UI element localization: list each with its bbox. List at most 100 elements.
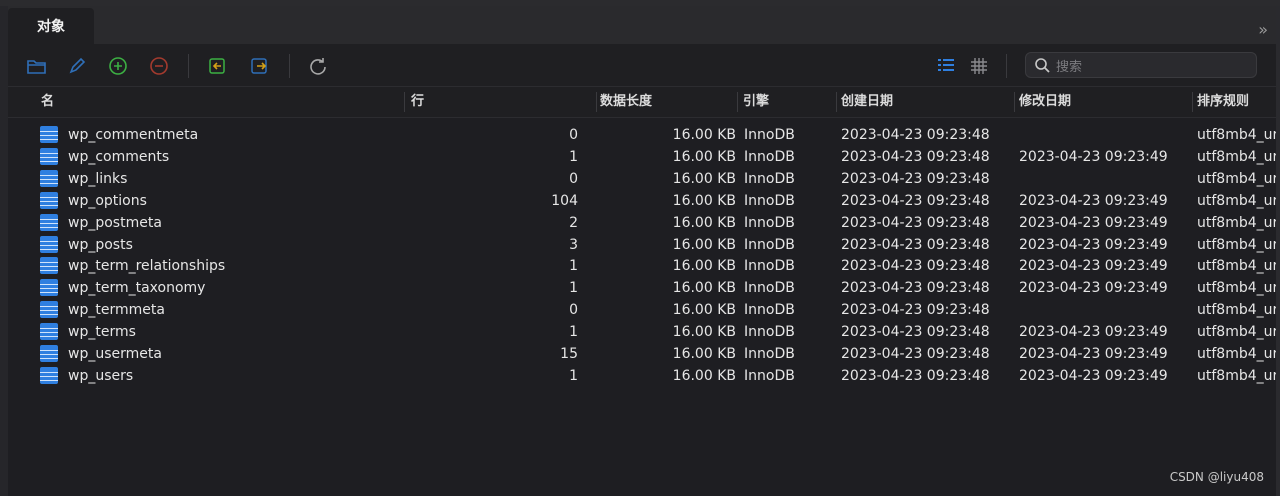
cell-rows: 1 [569,367,578,384]
cell-data-length: 16.00 KB [672,170,736,187]
edit-pencil-icon[interactable] [66,55,88,77]
cell-data-length: 16.00 KB [672,148,736,165]
table-icon [40,235,58,253]
cell-created: 2023-04-23 09:23:48 [841,280,990,297]
cell-engine: InnoDB [744,170,795,187]
cell-rows: 1 [569,280,578,297]
table-row[interactable]: wp_links 0 16.00 KB InnoDB 2023-04-23 09:23:… [8,168,1280,190]
cell-engine: InnoDB [744,214,795,231]
table-row[interactable]: wp_options 104 16.00 KB InnoDB 2023-04-23 09… [8,190,1280,212]
list-view-icon[interactable] [935,55,957,77]
refresh-icon[interactable] [307,55,329,77]
cell-collation: utf8mb4_ur [1197,302,1279,319]
table-row[interactable]: wp_users 1 16.00 KB InnoDB 2023-04-23 09:23:… [8,365,1280,387]
column-divider[interactable] [1014,92,1015,112]
grid-view-icon[interactable] [968,55,990,77]
cell-created: 2023-04-23 09:23:48 [841,367,990,384]
cell-created: 2023-04-23 09:23:48 [841,148,990,165]
cell-rows: 104 [551,192,578,209]
search-icon [1034,57,1050,73]
cell-collation: utf8mb4_ur [1197,127,1279,143]
table-header: 名 行 数据长度 引擎 创建日期 修改日期 排序规则 [8,87,1280,118]
table-icon [40,213,58,231]
double-chevron-right-icon[interactable]: » [1258,20,1268,39]
table-icon [40,126,58,143]
table-row[interactable]: wp_posts 3 16.00 KB InnoDB 2023-04-23 09:23:… [8,234,1280,256]
cell-engine: InnoDB [744,258,795,275]
cell-name: wp_commentmeta [68,127,199,143]
cell-modified [1019,299,1189,321]
column-header-name[interactable]: 名 [41,87,54,117]
cell-engine: InnoDB [744,324,795,341]
cell-collation: utf8mb4_ur [1197,170,1279,187]
tab-objects[interactable]: 对象 [8,8,94,44]
cell-name: wp_terms [68,324,136,341]
cell-modified [1019,124,1189,146]
cell-collation: utf8mb4_ur [1197,148,1279,165]
cell-modified: 2023-04-23 09:23:49 [1019,346,1168,362]
table-row[interactable]: wp_commentmeta 0 16.00 KB InnoDB 2023-04-23 … [8,124,1280,146]
toolbar-separator [188,54,189,78]
cell-collation: utf8mb4_ur [1197,236,1279,253]
cell-name: wp_termmeta [68,302,165,319]
table-row[interactable]: wp_terms 1 16.00 KB InnoDB 2023-04-23 09:23:… [8,321,1280,343]
cell-rows: 1 [569,324,578,341]
table-icon [40,257,58,275]
cell-created: 2023-04-23 09:23:48 [841,346,990,362]
column-divider[interactable] [737,92,738,112]
scrollbar[interactable] [1276,6,1280,496]
table-icon [40,169,58,187]
table-row[interactable]: wp_termmeta 0 16.00 KB InnoDB 2023-04-23 09:… [8,299,1280,321]
table-row[interactable]: wp_comments 1 16.00 KB InnoDB 2023-04-23 09:… [8,146,1280,168]
cell-rows: 15 [560,346,578,362]
cell-modified: 2023-04-23 09:23:49 [1019,192,1168,209]
table-row[interactable]: wp_term_taxonomy 1 16.00 KB InnoDB 2023-04-2… [8,277,1280,299]
table-row[interactable]: wp_postmeta 2 16.00 KB InnoDB 2023-04-23 09:… [8,212,1280,234]
cell-name: wp_options [68,192,147,209]
cell-name: wp_comments [68,148,170,165]
table-row[interactable]: wp_term_relationships 1 16.00 KB InnoDB 2023… [8,255,1280,277]
table-icon [40,323,58,341]
column-header-engine[interactable]: 引擎 [743,87,769,117]
cell-data-length: 16.00 KB [672,324,736,341]
cell-engine: InnoDB [744,192,795,209]
cell-data-length: 16.00 KB [672,192,736,209]
cell-modified: 2023-04-23 09:23:49 [1019,324,1168,341]
cell-collation: utf8mb4_ur [1197,192,1279,209]
cell-collation: utf8mb4_ur [1197,367,1279,384]
cell-modified: 2023-04-23 09:23:49 [1019,367,1168,384]
table-icon [40,191,58,209]
open-folder-icon[interactable] [26,55,48,77]
cell-created: 2023-04-23 09:23:48 [841,127,990,143]
cell-rows: 0 [569,302,578,319]
export-icon[interactable] [248,55,270,77]
remove-circle-icon[interactable] [148,55,170,77]
cell-rows: 1 [569,258,578,275]
cell-modified: 2023-04-23 09:23:49 [1019,236,1168,253]
column-divider[interactable] [1192,92,1193,112]
column-divider[interactable] [836,92,837,112]
cell-name: wp_users [68,367,134,384]
column-header-created[interactable]: 创建日期 [841,87,893,117]
column-header-data-length[interactable]: 数据长度 [600,87,652,117]
column-divider[interactable] [596,92,597,112]
column-header-modified[interactable]: 修改日期 [1019,87,1071,117]
cell-name: wp_usermeta [68,346,162,362]
column-divider[interactable] [404,92,405,112]
import-icon[interactable] [206,55,228,77]
cell-engine: InnoDB [744,302,795,319]
cell-created: 2023-04-23 09:23:48 [841,324,990,341]
column-header-rows[interactable]: 行 [411,87,424,117]
cell-created: 2023-04-23 09:23:48 [841,258,990,275]
cell-data-length: 16.00 KB [672,302,736,319]
add-circle-icon[interactable] [107,55,129,77]
column-header-collation[interactable]: 排序规则 [1197,87,1249,117]
search-input[interactable]: 搜索 [1025,52,1257,78]
cell-collation: utf8mb4_ur [1197,258,1279,275]
cell-name: wp_term_taxonomy [68,280,206,297]
table-row[interactable]: wp_usermeta 15 16.00 KB InnoDB 2023-04-23 09… [8,343,1280,365]
cell-rows: 1 [569,148,578,165]
cell-engine: InnoDB [744,280,795,297]
tab-bar: » [8,6,1280,44]
cell-data-length: 16.00 KB [672,258,736,275]
